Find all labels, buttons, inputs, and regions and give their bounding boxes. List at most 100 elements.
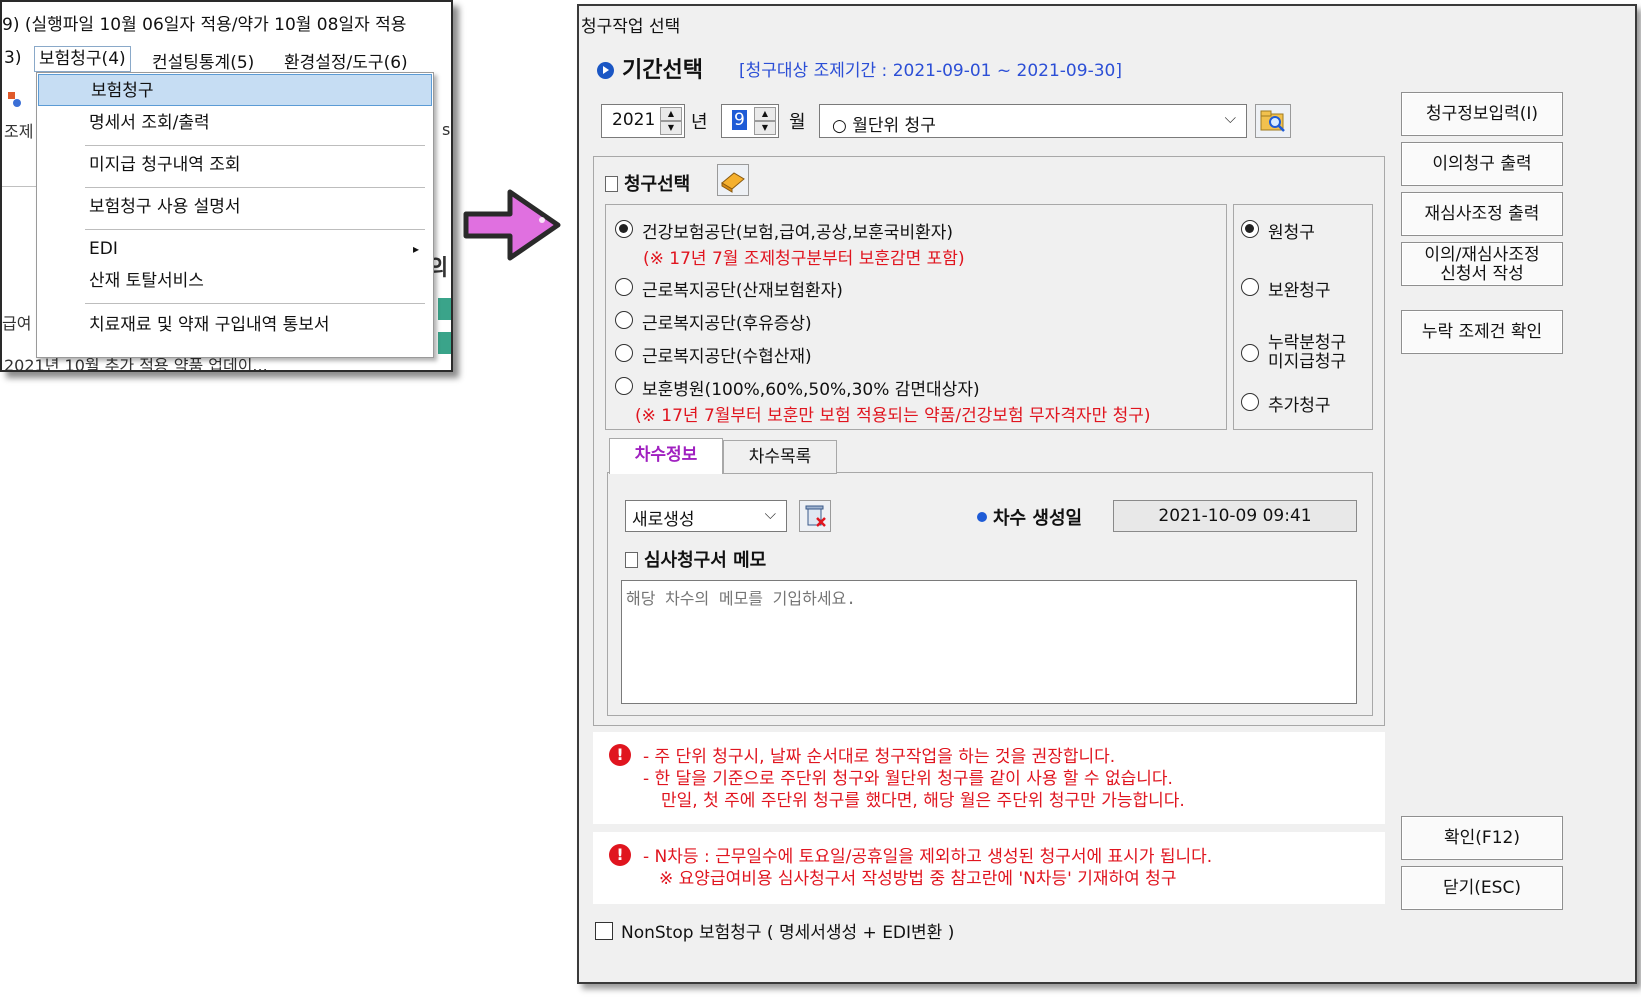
dropdown-menu: 보험청구 명세서 조회/출력 미지급 청구내역 조회 보험청구 사용 설명서 E…: [36, 72, 434, 358]
nonstop-label: NonStop 보험청구 ( 명세서생성 + EDI변환 ): [621, 923, 955, 943]
bg-label-benefit: 급여: [2, 314, 32, 333]
dropdown-item-unpaid-claims[interactable]: 미지급 청구내역 조회: [37, 149, 433, 181]
menu-screenshot: 9) (실행파일 10월 06일자 적용/약가 10월 08일자 적용 3) 보…: [0, 0, 453, 372]
claim-info-input-label: 청구정보입력(I): [1425, 104, 1539, 124]
menu-item-settings-tools[interactable]: 환경설정/도구(6): [284, 48, 408, 73]
dropdown-item-statement-view[interactable]: 명세서 조회/출력: [37, 107, 433, 139]
memo-textarea[interactable]: [621, 580, 1357, 704]
menu-item-3[interactable]: 3): [4, 48, 21, 68]
radio-dot: [615, 220, 633, 238]
nhis-note: (※ 17년 7월 조제청구분부터 보훈감면 포함): [643, 249, 965, 269]
radio-dot: [1241, 393, 1259, 411]
spin-down-icon[interactable]: ▼: [660, 121, 682, 135]
toolbar-icon: [6, 92, 22, 108]
spin-down-icon[interactable]: ▼: [754, 121, 776, 135]
confirm-button[interactable]: 확인(F12): [1401, 816, 1563, 860]
batch-select[interactable]: 새로생성 ⌵: [625, 500, 787, 532]
radio-dot: [615, 344, 633, 362]
month-value: 9: [732, 110, 747, 130]
period-range: [청구대상 조제기간 : 2021-09-01 ~ 2021-09-30]: [739, 61, 1122, 81]
nonstop-checkbox[interactable]: [595, 922, 613, 940]
radio-dot: [615, 311, 633, 329]
blue-bullet-icon: [977, 512, 987, 522]
dropdown-item-insurance-claim[interactable]: 보험청구: [38, 74, 432, 106]
claim-info-input-button[interactable]: 청구정보입력(I): [1401, 92, 1563, 136]
bg-divider: [2, 186, 36, 187]
radio-additional-claim-label: 추가청구: [1268, 396, 1331, 416]
month-spinner[interactable]: 9 ▲ ▼: [721, 104, 779, 138]
reexam-print-button[interactable]: 재심사조정 출력: [1401, 192, 1563, 236]
year-spinner[interactable]: 2021 ▲ ▼: [601, 104, 685, 138]
claim-task-dialog: 청구작업 선택 기간선택 [청구대상 조제기간 : 2021-09-01 ~ 2…: [577, 4, 1637, 984]
notice-box-1: ! - 주 단위 청구시, 날짜 순서대로 청구작업을 하는 것을 권장합니다.…: [593, 732, 1385, 824]
close-button[interactable]: 닫기(ESC): [1401, 866, 1563, 910]
reexam-print-label: 재심사조정 출력: [1424, 204, 1540, 224]
menubar: 3) 보험청구(4) 컨설팅통계(5) 환경설정/도구(6): [2, 46, 451, 74]
radio-dot: [1241, 278, 1259, 296]
bg-char-2: s: [442, 120, 451, 139]
objection-application-line1: 이의/재심사조정: [1424, 245, 1540, 265]
dropdown-item-user-manual[interactable]: 보험청구 사용 설명서: [37, 191, 433, 223]
missing-dispense-check-label: 누락 조제건 확인: [1421, 322, 1543, 342]
chevron-down-icon: ⌵: [1224, 109, 1236, 127]
spin-up-icon[interactable]: ▲: [754, 107, 776, 121]
menu-item-insurance-claim[interactable]: 보험청구(4): [34, 46, 131, 72]
dropdown-item-edi[interactable]: EDI ▸: [37, 233, 433, 265]
period-heading-label: 기간선택: [622, 58, 703, 83]
radio-veterans-hospital-label: 보훈병원(100%,60%,50%,30% 감면대상자): [642, 380, 980, 400]
submenu-arrow-icon: ▸: [412, 242, 419, 256]
book-button[interactable]: [717, 164, 749, 196]
menu-separator: [85, 303, 425, 304]
warning-icon: !: [609, 744, 631, 766]
memo-heading: 심사청구서 메모: [625, 546, 766, 572]
batch-select-value: 새로생성: [632, 510, 695, 530]
close-button-label: 닫기(ESC): [1443, 878, 1521, 898]
radio-missing-claim-line2: 미지급청구: [1268, 352, 1347, 372]
claim-unit-value: ○ 월단위 청구: [832, 116, 936, 136]
notice-box-2: ! - N차등 : 근무일수에 토요일/공휴일을 제외하고 생성된 청구서에 표…: [593, 832, 1385, 904]
book-icon: [721, 172, 745, 193]
objection-application-label: 이의/재심사조정 신청서 작성: [1402, 243, 1562, 284]
objection-application-button[interactable]: 이의/재심사조정 신청서 작성: [1401, 242, 1563, 286]
claim-unit-select[interactable]: ○ 월단위 청구 ⌵: [819, 104, 1247, 138]
dropdown-item-material-report[interactable]: 치료재료 및 약재 구입내역 통보서: [37, 309, 433, 341]
radio-comwel-fishery-label: 근로복지공단(수협산재): [642, 347, 812, 367]
menu-separator: [85, 187, 425, 188]
window-title-fragment: 9) (실행파일 10월 06일자 적용/약가 10월 08일자 적용: [2, 15, 407, 35]
objection-application-line2: 신청서 작성: [1440, 264, 1524, 284]
batch-created-label-text: 차수 생성일: [993, 508, 1083, 529]
menu-item-consulting-stats[interactable]: 컨설팅통계(5): [152, 48, 254, 73]
bg-green-strip-2: [438, 332, 451, 354]
radio-original-claim-label: 원청구: [1268, 223, 1315, 243]
folder-search-icon: [1260, 110, 1285, 132]
dropdown-item-edi-label: EDI: [89, 239, 118, 259]
trash-delete-icon: [805, 505, 826, 527]
dropdown-item-industrial-accident[interactable]: 산재 토탈서비스: [37, 265, 433, 297]
dialog-title: 청구작업 선택: [581, 17, 681, 37]
month-label: 월: [789, 112, 806, 133]
tab-batch-list[interactable]: 차수목록: [723, 440, 837, 474]
objection-print-button[interactable]: 이의청구 출력: [1401, 142, 1563, 186]
radio-dot: [1241, 220, 1259, 238]
search-button[interactable]: [1255, 104, 1291, 138]
spin-up-icon[interactable]: ▲: [660, 107, 682, 121]
document-icon: [625, 552, 638, 568]
menu-separator: [85, 145, 425, 146]
confirm-button-label: 확인(F12): [1444, 828, 1520, 848]
tab-batch-info[interactable]: 차수정보: [609, 438, 723, 474]
pointer-arrow-icon: [458, 170, 568, 280]
bg-green-strip: [438, 298, 451, 320]
claim-select-heading: 청구선택: [605, 170, 690, 196]
radio-supplement-claim-label: 보완청구: [1268, 281, 1331, 301]
chevron-down-icon: ⌵: [764, 505, 776, 523]
period-heading: 기간선택: [597, 52, 703, 84]
batch-created-value: 2021-10-09 09:41: [1113, 500, 1357, 532]
year-value: 2021: [612, 110, 656, 130]
delete-batch-button[interactable]: [799, 500, 831, 532]
radio-dot: [1241, 344, 1259, 362]
veterans-note: (※ 17년 7월부터 보훈만 보험 적용되는 약품/건강보험 무자격자만 청구…: [635, 406, 1151, 426]
radio-missing-claim-label: 누락분청구 미지급청구: [1268, 334, 1346, 372]
notice-2-line-2: ※ 요양급여비용 심사청구서 작성방법 중 참고란에 'N차등' 기재하여 청구: [659, 869, 1177, 889]
missing-dispense-check-button[interactable]: 누락 조제건 확인: [1401, 310, 1563, 354]
document-icon: [605, 176, 618, 192]
